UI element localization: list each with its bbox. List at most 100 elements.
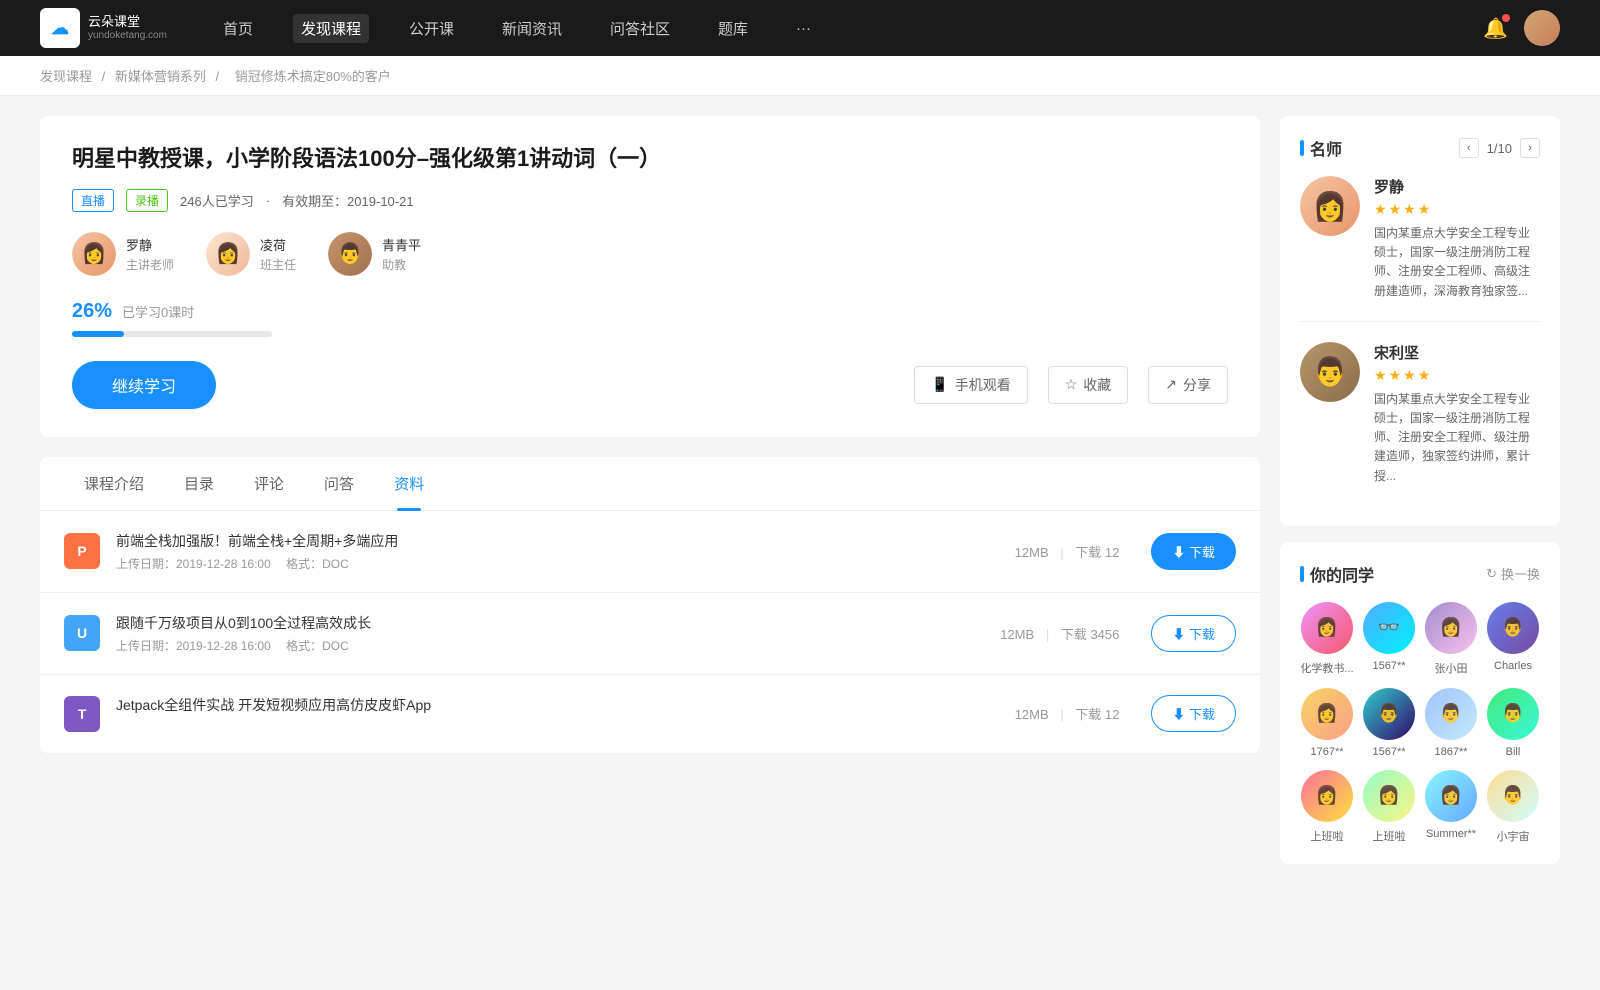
- resource-3-icon: T: [64, 696, 100, 732]
- classmate-1[interactable]: 👩 化学教书...: [1300, 602, 1354, 676]
- nav-item-quiz[interactable]: 题库: [710, 14, 756, 43]
- teachers-header: 名师 ‹ 1/10 ›: [1300, 136, 1540, 160]
- resource-3-info: Jetpack全组件实战 开发短视频应用高仿皮皮虾App: [116, 695, 999, 733]
- refresh-classmates-button[interactable]: ↻ 换一换: [1486, 564, 1540, 583]
- collect-button[interactable]: ☆ 收藏: [1048, 366, 1129, 404]
- mobile-watch-button[interactable]: 📱 手机观看: [914, 366, 1027, 404]
- user-avatar[interactable]: [1524, 10, 1560, 46]
- resource-3-download[interactable]: ⬇ 下载: [1151, 695, 1236, 732]
- share-button[interactable]: ↗ 分享: [1148, 366, 1228, 404]
- progress-header: 26% 已学习0课时: [72, 300, 1228, 323]
- page-info: 1/10: [1487, 141, 1512, 156]
- classmate-2[interactable]: 👓 1567**: [1362, 602, 1416, 676]
- classmate-10-avatar: 👩: [1363, 770, 1415, 822]
- continue-button[interactable]: 继续学习: [72, 361, 216, 409]
- classmates-grid: 👩 化学教书... 👓 1567** 👩 张小田 👨 Charles 👩: [1300, 602, 1540, 844]
- tab-intro[interactable]: 课程介绍: [64, 457, 164, 510]
- teacher-3-avatar: 👨: [328, 232, 372, 276]
- logo-name: 云朵课堂: [88, 14, 167, 30]
- mobile-label: 手机观看: [955, 375, 1011, 395]
- tab-qa[interactable]: 问答: [304, 457, 374, 510]
- classmate-5-avatar: 👩: [1301, 688, 1353, 740]
- nav-item-news[interactable]: 新闻资讯: [494, 14, 570, 43]
- classmate-12[interactable]: 👨 小宇宙: [1486, 770, 1540, 844]
- classmate-3-avatar: 👩: [1425, 602, 1477, 654]
- classmate-11[interactable]: 👩 Summer**: [1424, 770, 1478, 844]
- share-icon: ↗: [1165, 376, 1177, 393]
- sidebar-teacher-2-name: 宋利坚: [1374, 342, 1540, 363]
- tab-catalog[interactable]: 目录: [164, 457, 234, 510]
- classmate-3[interactable]: 👩 张小田: [1424, 602, 1478, 676]
- sidebar-teacher-2-avatar: 👨: [1300, 342, 1360, 402]
- notification-dot: [1502, 14, 1510, 22]
- classmate-9-name: 上班啦: [1311, 828, 1344, 844]
- classmate-2-avatar: 👓: [1363, 602, 1415, 654]
- tabs-header: 课程介绍 目录 评论 问答 资料: [40, 457, 1260, 511]
- logo[interactable]: ☁ 云朵课堂 yundoketang.com: [40, 8, 167, 48]
- classmate-5-name: 1767**: [1310, 746, 1343, 758]
- nav-item-home[interactable]: 首页: [215, 14, 261, 43]
- main-content: 明星中教授课，小学阶段语法100分–强化级第1讲动词（一） 直播 录播 246人…: [40, 116, 1260, 880]
- classmate-7[interactable]: 👨 1867**: [1424, 688, 1478, 758]
- course-card: 明星中教授课，小学阶段语法100分–强化级第1讲动词（一） 直播 录播 246人…: [40, 116, 1260, 437]
- nav-right: 🔔: [1483, 10, 1560, 46]
- dot-sep: ·: [266, 193, 270, 208]
- action-buttons: 📱 手机观看 ☆ 收藏 ↗ 分享: [914, 366, 1228, 404]
- classmate-6[interactable]: 👨 1567**: [1362, 688, 1416, 758]
- next-page-button[interactable]: ›: [1520, 138, 1540, 158]
- nav-item-open[interactable]: 公开课: [401, 14, 462, 43]
- notification-bell[interactable]: 🔔: [1483, 16, 1508, 41]
- teachers-sidebar-card: 名师 ‹ 1/10 › 👩 罗静 ★: [1280, 116, 1560, 526]
- classmate-5[interactable]: 👩 1767**: [1300, 688, 1354, 758]
- classmate-8-avatar: 👨: [1487, 688, 1539, 740]
- resource-3-name: Jetpack全组件实战 开发短视频应用高仿皮皮虾App: [116, 695, 999, 715]
- logo-sub: yundoketang.com: [88, 30, 167, 42]
- breadcrumb-discover[interactable]: 发现课程: [40, 69, 92, 84]
- course-actions: 继续学习 📱 手机观看 ☆ 收藏 ↗ 分享: [72, 361, 1228, 409]
- classmate-9[interactable]: 👩 上班啦: [1300, 770, 1354, 844]
- share-label: 分享: [1183, 375, 1211, 395]
- teacher-1-role: 主讲老师: [126, 256, 174, 273]
- logo-cloud-icon: ☁: [51, 18, 69, 39]
- teacher-2-info: 凌荷 班主任: [260, 235, 296, 273]
- classmate-8[interactable]: 👨 Bill: [1486, 688, 1540, 758]
- teacher-1-info: 罗静 主讲老师: [126, 235, 174, 273]
- teachers-list: 👩 罗静 主讲老师 👩 凌荷 班主任: [72, 232, 1228, 276]
- prev-page-button[interactable]: ‹: [1459, 138, 1479, 158]
- resource-item-1: P 前端全栈加强版！前端全栈+全周期+多端应用 上传日期：2019-12-28 …: [40, 511, 1260, 593]
- student-count: 246人已学习: [180, 191, 254, 210]
- classmate-12-name: 小宇宙: [1497, 828, 1530, 844]
- breadcrumb-current: 销冠修炼术搞定80%的客户: [235, 69, 391, 84]
- tab-resources[interactable]: 资料: [374, 457, 444, 510]
- sidebar-teacher-1-stars: ★ ★ ★ ★: [1374, 201, 1540, 218]
- breadcrumb-series[interactable]: 新媒体营销系列: [115, 69, 206, 84]
- classmate-9-avatar: 👩: [1301, 770, 1353, 822]
- classmate-4[interactable]: 👨 Charles: [1486, 602, 1540, 676]
- tab-comments[interactable]: 评论: [234, 457, 304, 510]
- resource-3-stats: 12MB | 下载 12: [1015, 704, 1120, 723]
- nav-item-more[interactable]: ···: [788, 16, 819, 41]
- resource-1-info: 前端全栈加强版！前端全栈+全周期+多端应用 上传日期：2019-12-28 16…: [116, 531, 999, 572]
- star-icon: ☆: [1065, 376, 1078, 393]
- sidebar-teacher-2-info: 宋利坚 ★ ★ ★ ★ 国内某重点大学安全工程专业硕士，国家一级注册消防工程师、…: [1374, 342, 1540, 486]
- classmate-10[interactable]: 👩 上班啦: [1362, 770, 1416, 844]
- nav-item-discover[interactable]: 发现课程: [293, 14, 369, 43]
- teacher-2: 👩 凌荷 班主任: [206, 232, 296, 276]
- teacher-1: 👩 罗静 主讲老师: [72, 232, 174, 276]
- classmate-6-avatar: 👨: [1363, 688, 1415, 740]
- classmate-4-avatar: 👨: [1487, 602, 1539, 654]
- teacher-2-name: 凌荷: [260, 235, 296, 254]
- classmate-2-name: 1567**: [1372, 660, 1405, 672]
- resource-2-icon: U: [64, 615, 100, 651]
- teacher-3: 👨 青青平 助教: [328, 232, 421, 276]
- teacher-divider: [1300, 321, 1540, 322]
- resource-1-download[interactable]: ⬇ 下载: [1151, 533, 1236, 570]
- refresh-icon: ↻: [1486, 566, 1497, 582]
- tabs-section: 课程介绍 目录 评论 问答 资料 P 前端全栈加强版！前端全栈+全周期+多端应用…: [40, 457, 1260, 753]
- resource-1-stats: 12MB | 下载 12: [1015, 542, 1120, 561]
- classmates-card: 你的同学 ↻ 换一换 👩 化学教书... 👓 1567** 👩: [1280, 542, 1560, 864]
- sidebar-teacher-2: 👨 宋利坚 ★ ★ ★ ★ 国内某重点大学安全工程专业硕士，国家一级注册消防工程…: [1300, 342, 1540, 486]
- resource-2-download[interactable]: ⬇ 下载: [1151, 615, 1236, 652]
- nav-item-qa[interactable]: 问答社区: [602, 14, 678, 43]
- classmate-1-name: 化学教书...: [1300, 660, 1353, 676]
